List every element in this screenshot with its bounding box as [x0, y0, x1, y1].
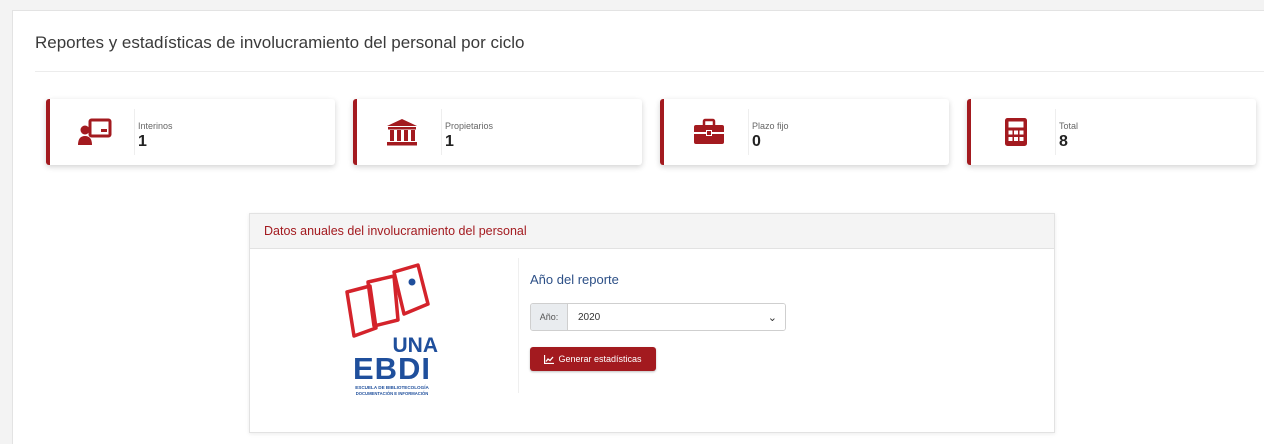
stat-value: 0: [752, 133, 761, 150]
year-select[interactable]: Año: 2020 ⌄: [530, 303, 786, 331]
logo-text-ebdi: EBDI: [353, 351, 431, 386]
stat-value: 1: [445, 133, 454, 150]
annual-data-panel: Datos anuales del involucramiento del pe…: [249, 213, 1055, 433]
logo-caption-1: ESCUELA DE BIBLIOTECOLOGÍA: [355, 383, 429, 390]
year-select-box[interactable]: 2020 ⌄: [568, 304, 785, 330]
stat-card-propietarios: Propietarios 1: [353, 99, 642, 165]
stat-separator: [1055, 109, 1056, 155]
una-ebdi-logo: UNA EBDI ESCUELA DE BIBLIOTECOLOGÍA DOCU…: [342, 262, 442, 400]
line-chart-icon: [544, 354, 555, 364]
stat-label: Total: [1059, 121, 1079, 131]
stat-card-plazo-fijo: Plazo fijo 0: [660, 99, 949, 165]
panel-header: Datos anuales del involucramiento del pe…: [250, 214, 1054, 249]
stat-separator: [441, 109, 442, 155]
divider: [35, 71, 1264, 72]
briefcase-icon: [691, 117, 727, 147]
stat-value: 1: [138, 133, 147, 150]
logo-caption-2: DOCUMENTACIÓN E INFORMACIÓN: [356, 391, 429, 396]
form-separator: [518, 258, 519, 393]
teacher-icon: [77, 117, 113, 147]
year-selected-value: 2020: [578, 311, 601, 323]
report-year-title: Año del reporte: [530, 272, 619, 287]
stat-separator: [748, 109, 749, 155]
institution-icon: [384, 117, 420, 147]
chevron-down-icon: ⌄: [767, 311, 777, 324]
page-title: Reportes y estadísticas de involucramien…: [35, 33, 525, 52]
stat-card-interinos: Interinos 1: [46, 99, 335, 165]
generate-statistics-button[interactable]: Generar estadísticas: [530, 347, 656, 371]
calculator-icon: [998, 117, 1034, 147]
stat-separator: [134, 109, 135, 155]
stat-value: 8: [1059, 133, 1068, 150]
stat-label: Plazo fijo: [752, 121, 789, 131]
year-addon-label: Año:: [531, 304, 568, 330]
stat-label: Propietarios: [445, 121, 494, 131]
report-page: Reportes y estadísticas de involucramien…: [12, 10, 1264, 444]
stat-label: Interinos: [138, 121, 173, 131]
generate-button-label: Generar estadísticas: [558, 354, 642, 364]
stat-card-total: Total 8: [967, 99, 1256, 165]
